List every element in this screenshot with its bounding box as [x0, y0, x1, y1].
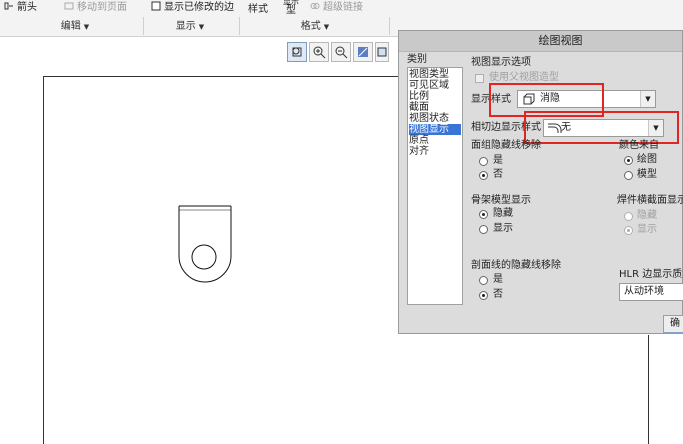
divider — [239, 17, 240, 35]
weld-show-radio[interactable] — [624, 226, 633, 235]
show-modified-edges-button[interactable]: 显示已修改的边 — [151, 1, 234, 15]
weld-hidden-label: 隐藏 — [637, 210, 657, 221]
repaint-icon[interactable] — [353, 42, 373, 62]
category-item[interactable]: 视图状态 — [409, 113, 461, 124]
skeleton-hidden-radio[interactable] — [479, 210, 488, 219]
skeleton-show-radio[interactable] — [479, 225, 488, 234]
face-hidden-no-radio[interactable] — [479, 171, 488, 180]
move-to-page-button[interactable]: 移动到页面 — [64, 1, 127, 15]
color-drawing-label: 绘图 — [637, 154, 657, 165]
ok-button[interactable]: 确 — [663, 315, 683, 333]
display-style-icon[interactable] — [375, 42, 389, 62]
sheet-border-right — [648, 335, 649, 444]
hidden-label: 隐藏 — [493, 208, 513, 219]
hyperlink-button[interactable]: 超级链接 — [310, 1, 363, 15]
category-item[interactable]: 视图类型 — [409, 69, 461, 80]
weld-show-label: 显示 — [637, 224, 657, 235]
model-button-bottom: 型 — [286, 5, 296, 16]
color-model-radio[interactable] — [624, 171, 633, 180]
hlr-quality-select[interactable]: 从动环境 — [619, 283, 683, 301]
category-item[interactable]: 可见区域 — [409, 80, 461, 91]
part-view[interactable] — [175, 200, 235, 290]
hlr-label: HLR 边显示质量 — [619, 269, 683, 280]
no-label: 否 — [493, 289, 503, 300]
move-icon — [64, 1, 74, 11]
category-label: 类别 — [407, 54, 427, 65]
section-hidden-yes-radio[interactable] — [479, 276, 488, 285]
section-hidden-no-radio[interactable] — [479, 291, 488, 300]
chevron-down-icon: ▼ — [323, 23, 330, 31]
zoom-fit-icon[interactable] — [287, 42, 307, 62]
use-parent-style-checkbox[interactable] — [475, 74, 484, 83]
zoom-in-icon[interactable] — [309, 42, 329, 62]
group-display[interactable]: 显示 ▼ — [160, 19, 220, 34]
divider — [143, 17, 144, 35]
category-item[interactable]: 原点 — [409, 135, 461, 146]
style-button[interactable]: 样式 — [248, 3, 268, 17]
section-title: 视图显示选项 — [471, 57, 531, 68]
color-model-label: 模型 — [637, 169, 657, 180]
category-item[interactable]: 比例 — [409, 91, 461, 102]
arrow-icon — [4, 1, 14, 11]
category-list[interactable]: 视图类型 可见区域 比例 截面 视图状态 视图显示 原点 对齐 — [407, 67, 463, 305]
category-item[interactable]: 截面 — [409, 102, 461, 113]
chevron-down-icon: ▼ — [198, 23, 205, 31]
weld-hidden-radio[interactable] — [624, 212, 633, 221]
skeleton-label: 骨架模型显示 — [471, 195, 531, 206]
arrow-button[interactable]: 箭头 — [4, 1, 37, 15]
drawing-view-dialog: 绘图视图 类别 视图类型 可见区域 比例 截面 视图状态 视图显示 原点 对齐 … — [398, 30, 683, 334]
group-edit[interactable]: 编辑 ▼ — [40, 19, 110, 34]
zoom-out-icon[interactable] — [331, 42, 351, 62]
no-label: 否 — [493, 169, 503, 180]
face-hidden-yes-radio[interactable] — [479, 157, 488, 166]
yes-label: 是 — [493, 274, 503, 285]
link-icon — [310, 1, 320, 11]
color-from-label: 颜色来自 — [619, 140, 659, 151]
show-label: 显示 — [493, 223, 513, 234]
edges-icon — [151, 1, 161, 11]
weld-section-label: 焊件横截面显示 — [617, 195, 683, 206]
chevron-down-icon: ▼ — [640, 91, 655, 107]
yes-label: 是 — [493, 155, 503, 166]
divider — [389, 17, 390, 35]
category-item-selected[interactable]: 视图显示 — [409, 124, 461, 135]
dialog-title[interactable]: 绘图视图 — [399, 31, 682, 52]
chevron-down-icon: ▼ — [83, 23, 90, 31]
color-drawing-radio[interactable] — [624, 156, 633, 165]
category-item[interactable]: 对齐 — [409, 146, 461, 157]
face-hidden-label: 面组隐藏线移除 — [471, 140, 541, 151]
section-hidden-label: 剖面线的隐藏线移除 — [471, 260, 561, 271]
group-format[interactable]: 格式 ▼ — [280, 19, 350, 34]
